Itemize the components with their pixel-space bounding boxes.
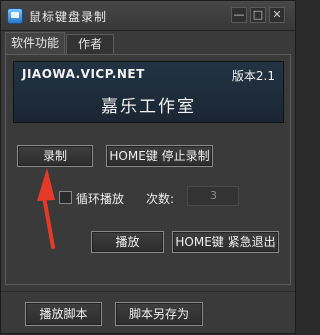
play-script-button[interactable]: 播放脚本	[25, 302, 102, 326]
app-window: 鼠标键盘录制 — □ ✕ 软件功能 作者 JIAOWA.VICP.NET 版本2…	[0, 0, 296, 334]
record-button[interactable]: 录制	[17, 145, 93, 167]
bottom-divider	[1, 291, 295, 292]
close-button[interactable]: ✕	[269, 7, 285, 23]
banner-version: 版本2.1	[231, 69, 275, 83]
emergency-exit-button[interactable]: HOME键 紧急退出	[172, 231, 279, 253]
tab-software-features[interactable]: 软件功能	[5, 32, 65, 54]
loop-label: 循环播放	[76, 192, 125, 206]
banner-studio: 嘉乐工作室	[101, 97, 196, 117]
play-button[interactable]: 播放	[91, 231, 164, 253]
count-label: 次数:	[146, 192, 175, 206]
tab-author[interactable]: 作者	[66, 34, 114, 54]
features-panel: JIAOWA.VICP.NET 版本2.1 嘉乐工作室 录制 HOME键 停止录…	[5, 54, 291, 285]
tab-bar: 软件功能 作者	[1, 32, 295, 54]
app-icon	[7, 8, 23, 24]
window-title: 鼠标键盘录制	[29, 10, 108, 24]
stop-record-button[interactable]: HOME键 停止录制	[106, 145, 213, 167]
count-input[interactable]: 3	[187, 186, 239, 206]
banner: JIAOWA.VICP.NET 版本2.1 嘉乐工作室	[13, 61, 284, 123]
title-bar: 鼠标键盘录制 — □ ✕	[1, 1, 295, 31]
loop-checkbox[interactable]	[59, 191, 72, 204]
maximize-button[interactable]: □	[250, 7, 266, 23]
minimize-button[interactable]: —	[231, 7, 247, 23]
banner-url: JIAOWA.VICP.NET	[22, 67, 145, 81]
save-script-as-button[interactable]: 脚本另存为	[115, 302, 203, 326]
